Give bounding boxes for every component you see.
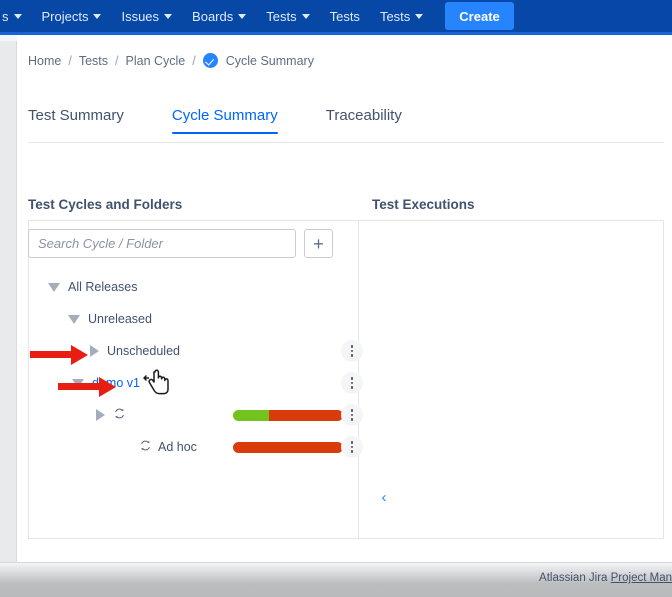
twisty-open-icon[interactable]	[48, 283, 60, 292]
progress-fail-segment	[233, 442, 343, 453]
dot	[351, 354, 354, 357]
tree-row-ad-hoc[interactable]: Ad hoc	[28, 431, 358, 463]
breadcrumb-plan-cycle[interactable]: Plan Cycle	[126, 54, 186, 68]
app-root: s Projects Issues Boards Tests Tests Tes…	[0, 0, 672, 597]
breadcrumb: Home / Tests / Plan Cycle / Cycle Summar…	[28, 53, 314, 68]
breadcrumb-home[interactable]: Home	[28, 54, 61, 68]
nav-item-tests-1[interactable]: Tests	[256, 0, 319, 32]
footer-text: Atlassian Jira Project Man	[539, 572, 672, 584]
tab-bar-divider	[28, 142, 664, 143]
chevron-down-icon	[302, 14, 310, 19]
create-button[interactable]: Create	[445, 2, 513, 30]
dot	[351, 377, 354, 380]
tree-row-all-releases[interactable]: All Releases	[28, 271, 358, 303]
nav-item-0[interactable]: s	[0, 0, 32, 32]
twisty-closed-icon[interactable]	[90, 345, 99, 357]
arrow-shaft	[58, 383, 100, 390]
row-menu-button[interactable]	[341, 372, 363, 394]
top-navigation-bar: s Projects Issues Boards Tests Tests Tes…	[0, 0, 672, 32]
dot	[351, 418, 354, 421]
dot	[351, 441, 354, 444]
add-cycle-button[interactable]: +	[304, 229, 333, 258]
nav-item-label: Tests	[330, 10, 360, 23]
breadcrumb-separator: /	[192, 54, 195, 68]
dot	[351, 345, 354, 348]
dot	[351, 414, 354, 417]
progress-fail-segment	[269, 410, 343, 421]
page-footer: Atlassian Jira Project Man	[0, 562, 672, 597]
arrow-head	[99, 377, 116, 397]
nav-item-label: Tests	[266, 10, 296, 23]
execution-progress-bar	[233, 410, 343, 421]
nav-item-tests-2[interactable]: Tests	[320, 0, 370, 32]
arrow-shaft	[30, 351, 72, 358]
nav-item-issues[interactable]: Issues	[111, 0, 182, 32]
cycle-icon	[139, 439, 152, 455]
execution-progress-bar	[233, 442, 343, 453]
row-menu-button[interactable]	[341, 340, 363, 362]
twisty-closed-icon[interactable]	[96, 409, 105, 421]
search-row: +	[28, 229, 333, 258]
tree-item-label[interactable]: Unreleased	[88, 312, 152, 326]
cycle-icon	[113, 407, 126, 423]
nav-item-tests-3[interactable]: Tests	[370, 0, 433, 32]
tree-row-unreleased[interactable]: Unreleased	[28, 303, 358, 335]
footer-link[interactable]: Project Man	[611, 572, 672, 584]
tree-item-label[interactable]: Ad hoc	[158, 440, 197, 454]
tree-item-label[interactable]: All Releases	[68, 280, 137, 294]
nav-item-label: Tests	[380, 10, 410, 23]
search-input[interactable]	[28, 229, 296, 258]
dot	[351, 386, 354, 389]
tree-row-cycle-hovered[interactable]	[28, 399, 358, 431]
nav-item-boards[interactable]: Boards	[182, 0, 256, 32]
nav-item-label: Projects	[42, 10, 89, 23]
chevron-down-icon	[93, 14, 101, 19]
page-content: Home / Tests / Plan Cycle / Cycle Summar…	[17, 35, 672, 562]
dot	[351, 409, 354, 412]
cycle-tree: All Releases Unreleased Unscheduled demo…	[28, 271, 358, 463]
breadcrumb-current: Cycle Summary	[226, 54, 314, 68]
tab-bar: Test Summary Cycle Summary Traceability	[28, 107, 664, 143]
row-menu-button[interactable]	[341, 404, 363, 426]
chevron-down-icon	[164, 14, 172, 19]
nav-item-label: Boards	[192, 10, 233, 23]
chevron-down-icon	[415, 14, 423, 19]
breadcrumb-separator: /	[115, 54, 118, 68]
progress-pass-segment	[233, 410, 269, 421]
chevron-down-icon	[238, 14, 246, 19]
tab-test-summary[interactable]: Test Summary	[28, 107, 124, 134]
nav-item-label: s	[2, 10, 9, 23]
tree-item-label[interactable]: Unscheduled	[107, 344, 180, 358]
left-panel-title: Test Cycles and Folders	[28, 197, 182, 212]
panels-top-border	[28, 220, 664, 221]
dot	[351, 382, 354, 385]
collapse-panel-chevron-left-icon[interactable]: ‹	[375, 487, 393, 507]
dot	[351, 446, 354, 449]
breadcrumb-tests[interactable]: Tests	[79, 54, 108, 68]
dot	[351, 350, 354, 353]
tab-cycle-summary[interactable]: Cycle Summary	[172, 107, 278, 134]
nav-item-label: Issues	[121, 10, 159, 23]
right-panel-title: Test Executions	[372, 197, 475, 212]
footer-product-name: Atlassian Jira	[539, 572, 611, 584]
chevron-down-icon	[14, 14, 22, 19]
panels-bottom-border	[28, 538, 664, 539]
row-menu-button[interactable]	[341, 436, 363, 458]
twisty-open-icon[interactable]	[68, 315, 80, 324]
dot	[351, 450, 354, 453]
rail-notch	[0, 35, 17, 41]
check-circle-icon	[203, 53, 218, 68]
arrow-head	[71, 345, 88, 365]
left-sidebar-rail	[0, 35, 17, 562]
nav-item-projects[interactable]: Projects	[32, 0, 112, 32]
tab-traceability[interactable]: Traceability	[326, 107, 402, 134]
breadcrumb-separator: /	[68, 54, 71, 68]
